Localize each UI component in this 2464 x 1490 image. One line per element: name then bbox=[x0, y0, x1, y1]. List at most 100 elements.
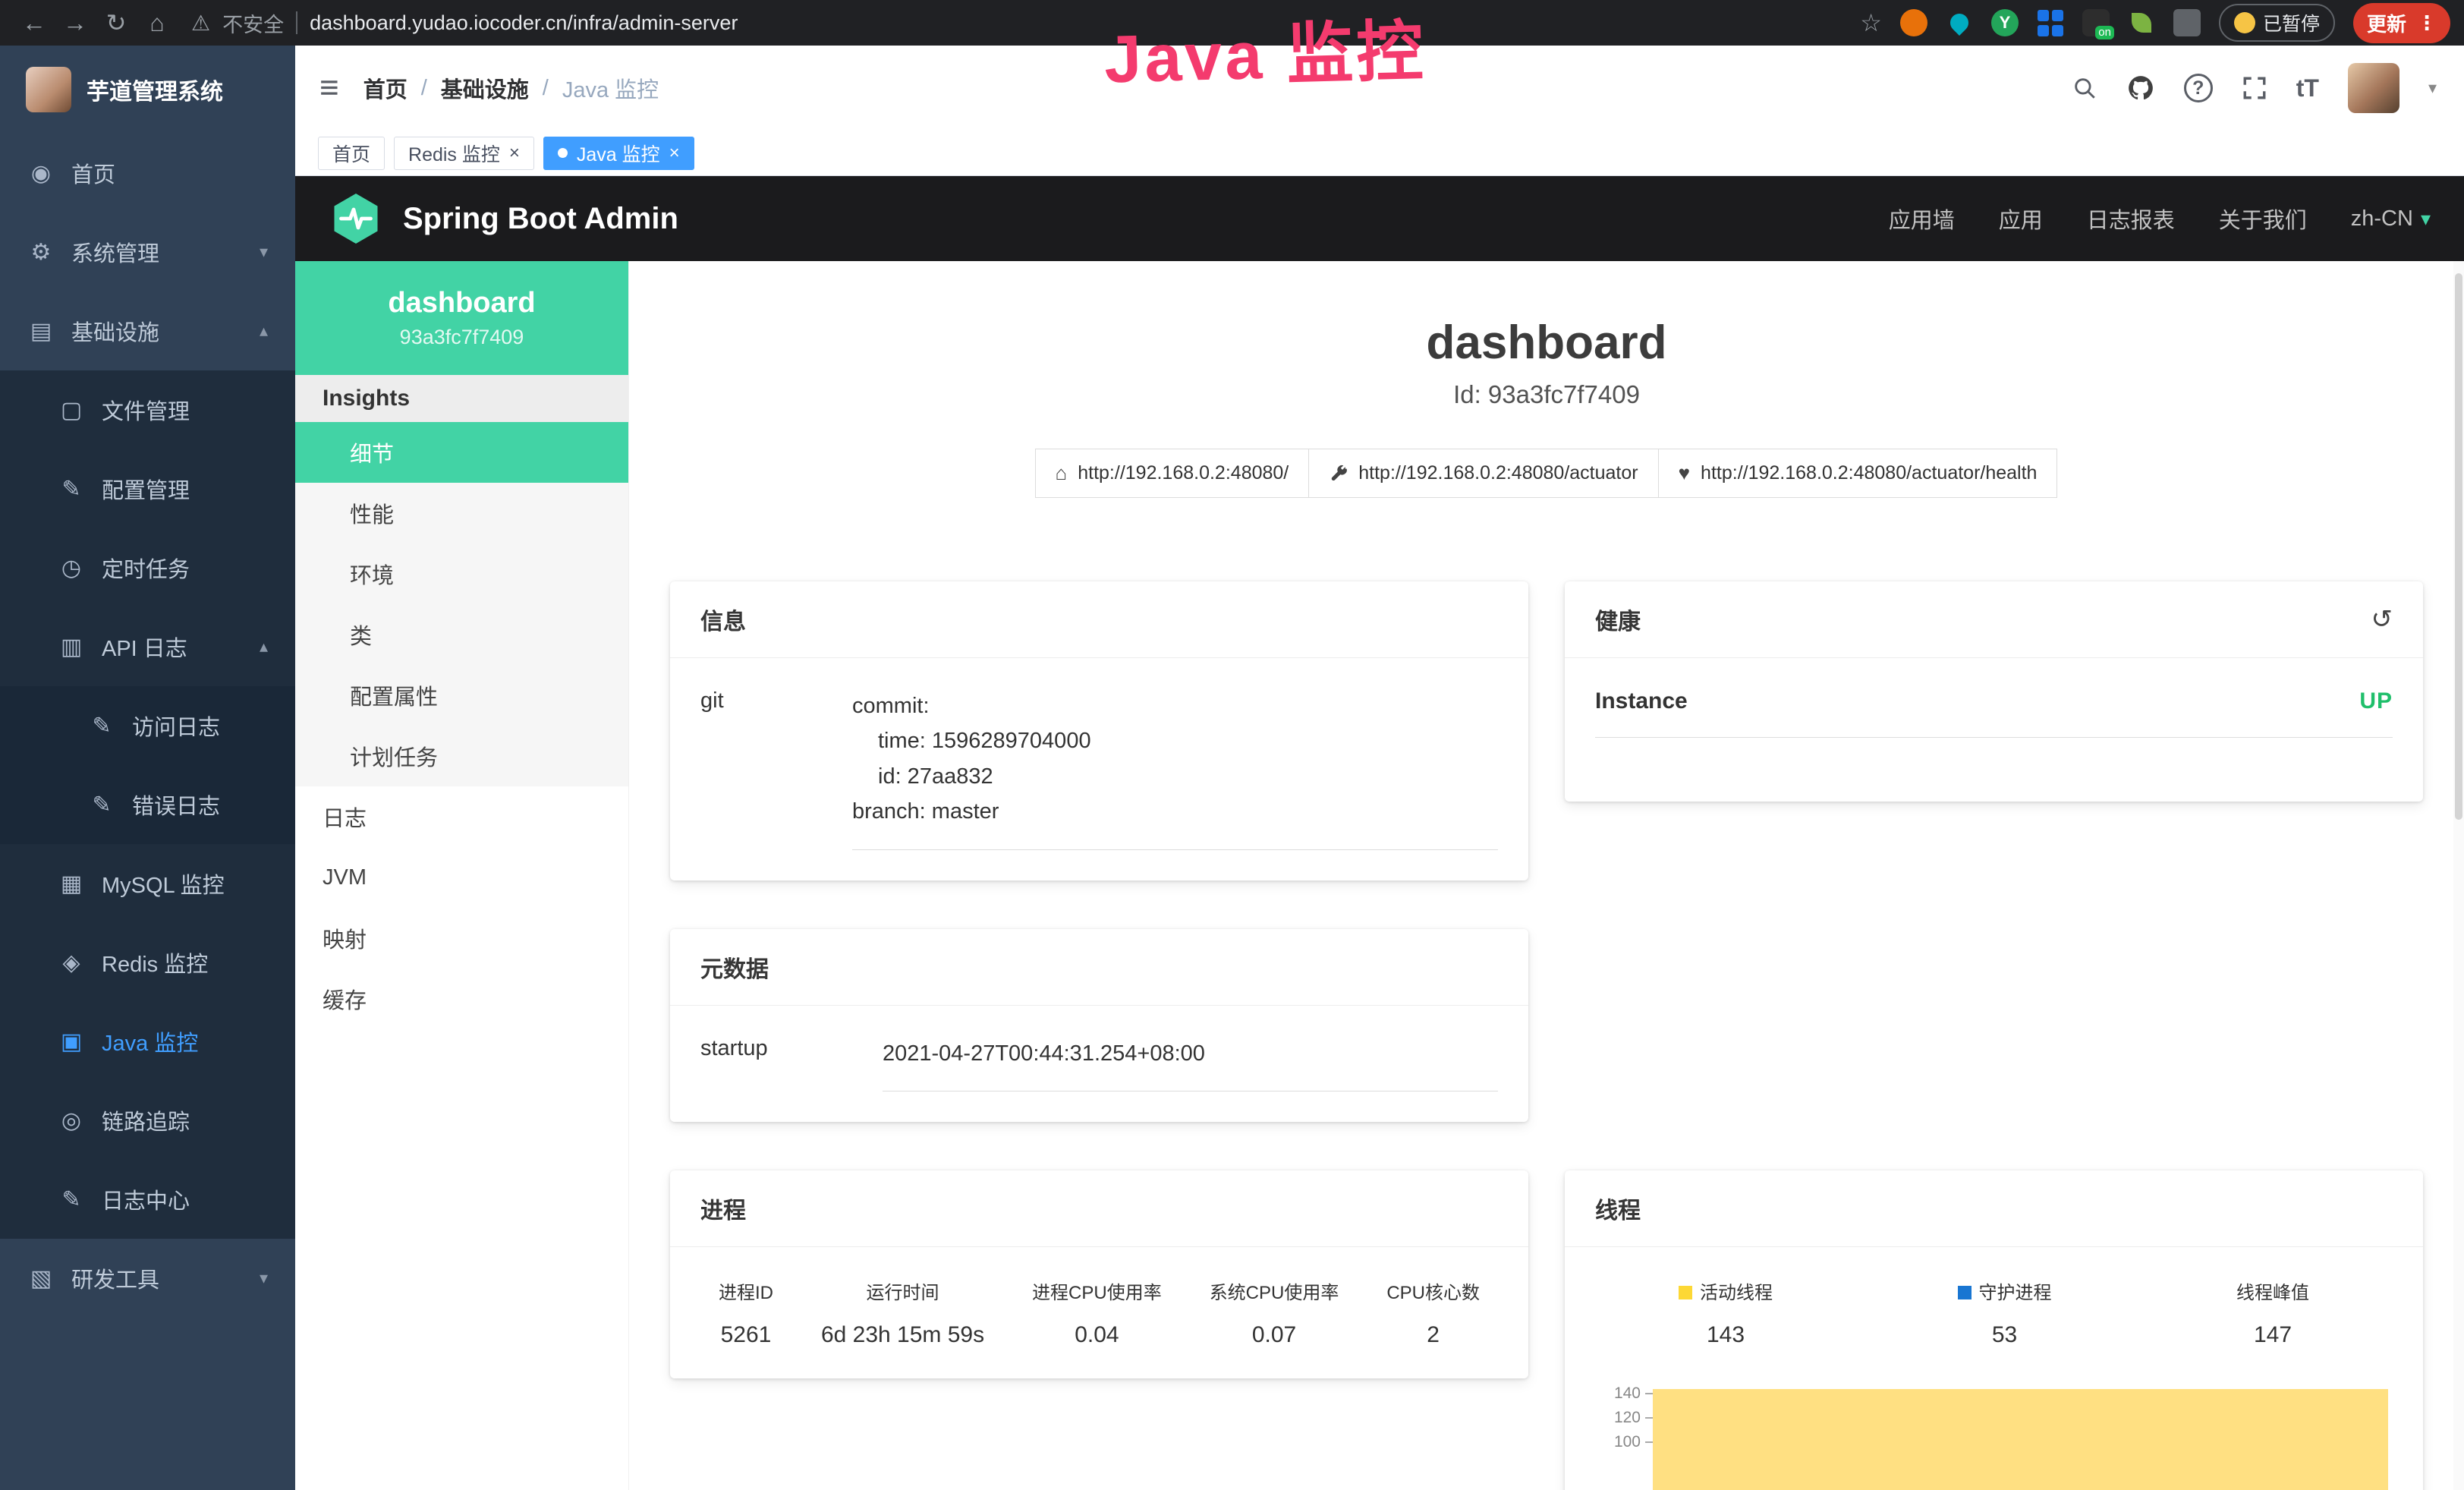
info-key-git: git bbox=[700, 688, 852, 850]
menu-group-insights[interactable]: Insights bbox=[295, 375, 628, 422]
history-icon[interactable]: ↺ bbox=[2371, 604, 2393, 635]
menu-item-mappings[interactable]: 映射 bbox=[295, 908, 628, 969]
tab-redis-monitor[interactable]: Redis 监控 × bbox=[394, 137, 534, 170]
sidebar-item-trace[interactable]: ◎ 链路追踪 bbox=[0, 1081, 295, 1160]
address-bar[interactable]: ⚠ 不安全 dashboard.yudao.iocoder.cn/infra/a… bbox=[191, 8, 738, 38]
extension-icon-leaf[interactable] bbox=[2128, 9, 2155, 36]
process-card: 进程 进程ID 5261 运行时间 6d 23h 15m 59s 进程CPU使用… bbox=[670, 1170, 1528, 1378]
chrome-update-button[interactable]: 更新 ⋮ bbox=[2353, 3, 2450, 43]
extension-icon-pin[interactable] bbox=[1946, 9, 1973, 36]
app-logo[interactable]: 芋道管理系统 bbox=[0, 46, 295, 134]
instance-links: ⌂ http://192.168.0.2:48080/ http://192.1… bbox=[670, 449, 2423, 498]
fullscreen-icon[interactable] bbox=[2242, 75, 2267, 101]
card-title: 进程 bbox=[700, 1192, 746, 1225]
menu-dots-icon[interactable]: ⋮ bbox=[2417, 11, 2437, 35]
search-icon[interactable] bbox=[2072, 75, 2097, 101]
log-icon: ▥ bbox=[58, 634, 85, 660]
forward-icon[interactable]: → bbox=[55, 5, 96, 41]
sidebar-item-scheduled-jobs[interactable]: ◷ 定时任务 bbox=[0, 528, 295, 607]
menu-item-classes[interactable]: 类 bbox=[295, 604, 628, 665]
chart-plot-area bbox=[1653, 1381, 2393, 1490]
extensions-puzzle-icon[interactable] bbox=[2173, 9, 2201, 36]
card-title: 信息 bbox=[700, 603, 746, 636]
instance-name: dashboard bbox=[388, 287, 535, 320]
stat-uptime: 运行时间 6d 23h 15m 59s bbox=[821, 1277, 984, 1348]
extension-icon-orange[interactable] bbox=[1900, 9, 1927, 36]
menu-item-caches[interactable]: 缓存 bbox=[295, 969, 628, 1029]
bookmark-star-icon[interactable]: ☆ bbox=[1860, 8, 1882, 37]
menu-item-configprops[interactable]: 配置属性 bbox=[295, 665, 628, 726]
instance-header[interactable]: dashboard 93a3fc7f7409 bbox=[295, 261, 628, 375]
sidebar-item-api-logs[interactable]: ▥ API 日志 ▴ bbox=[0, 607, 295, 686]
log-center-icon: ✎ bbox=[58, 1186, 85, 1213]
stat-system-cpu: 系统CPU使用率 0.07 bbox=[1210, 1277, 1339, 1348]
menu-item-environment[interactable]: 环境 bbox=[295, 543, 628, 604]
info-value-git: commit: time: 1596289704000 id: 27aa832 … bbox=[852, 688, 1498, 850]
menu-item-logfile[interactable]: 日志 bbox=[295, 786, 628, 847]
menu-item-jvm[interactable]: JVM bbox=[295, 847, 628, 908]
sidebar-item-error-log[interactable]: ✎ 错误日志 bbox=[0, 765, 295, 844]
chart-y-axis: 140 120 100 bbox=[1595, 1381, 1653, 1490]
github-icon[interactable] bbox=[2126, 74, 2155, 102]
card-title: 元数据 bbox=[700, 950, 769, 984]
card-title: 线程 bbox=[1595, 1192, 1641, 1225]
sidebar-item-access-log[interactable]: ✎ 访问日志 bbox=[0, 686, 295, 765]
page-scrollbar[interactable] bbox=[2453, 261, 2464, 1490]
stat-cpu-cores: CPU核心数 2 bbox=[1386, 1277, 1480, 1348]
link-label: http://192.168.0.2:48080/actuator bbox=[1358, 462, 1638, 484]
user-avatar[interactable] bbox=[2348, 63, 2399, 113]
extension-icon-green[interactable]: Y bbox=[1991, 9, 2019, 36]
sidebar-item-label: MySQL 监控 bbox=[102, 868, 225, 899]
sidebar-item-mysql-monitor[interactable]: ▦ MySQL 监控 bbox=[0, 844, 295, 923]
sidebar-item-config-management[interactable]: ✎ 配置管理 bbox=[0, 449, 295, 528]
sidebar-item-file-management[interactable]: ▢ 文件管理 bbox=[0, 370, 295, 449]
sba-nav-applications[interactable]: 应用 bbox=[1999, 203, 2043, 235]
profile-paused-chip[interactable]: 已暂停 bbox=[2219, 4, 2335, 42]
locale-select[interactable]: zh-CN ▾ bbox=[2351, 206, 2431, 232]
breadcrumb-home[interactable]: 首页 bbox=[363, 72, 408, 104]
help-icon[interactable]: ? bbox=[2184, 74, 2213, 102]
chevron-down-icon[interactable]: ▾ bbox=[2428, 78, 2437, 98]
close-icon[interactable]: × bbox=[669, 143, 680, 164]
sba-brand-title[interactable]: Spring Boot Admin bbox=[403, 202, 678, 236]
sba-nav-wallboard[interactable]: 应用墙 bbox=[1889, 203, 1955, 235]
update-label: 更新 bbox=[2367, 9, 2406, 37]
sidebar-toggle-icon[interactable]: ≡ bbox=[295, 69, 363, 107]
stat-daemon-threads: 守护进程 53 bbox=[1958, 1277, 2052, 1348]
chevron-up-icon: ▴ bbox=[260, 321, 268, 341]
sidebar-item-dev-tools[interactable]: ▧ 研发工具 ▾ bbox=[0, 1239, 295, 1318]
tab-label: Java 监控 bbox=[577, 140, 660, 167]
metadata-card: 元数据 startup 2021-04-27T00:44:31.254+08:0… bbox=[670, 929, 1528, 1122]
sba-nav-about[interactable]: 关于我们 bbox=[2219, 203, 2307, 235]
reload-icon[interactable]: ↻ bbox=[96, 5, 137, 41]
sidebar-item-infrastructure[interactable]: ▤ 基础设施 ▴ bbox=[0, 291, 295, 370]
extension-icon-grid[interactable] bbox=[2037, 9, 2064, 36]
menu-item-metrics[interactable]: 性能 bbox=[295, 483, 628, 543]
trace-icon: ◎ bbox=[58, 1107, 85, 1134]
tab-home[interactable]: 首页 bbox=[318, 137, 385, 170]
scrollbar-thumb[interactable] bbox=[2455, 273, 2462, 820]
tab-java-monitor[interactable]: Java 监控 × bbox=[543, 137, 694, 170]
extension-icon-switch[interactable]: on bbox=[2082, 9, 2110, 36]
main-sidebar: 芋道管理系统 ◉ 首页 ⚙ 系统管理 ▾ ▤ 基础设施 ▴ ▢ 文件管理 ✎ 配… bbox=[0, 46, 295, 1490]
git-time-line: time: 1596289704000 bbox=[852, 723, 1498, 758]
sidebar-item-home[interactable]: ◉ 首页 bbox=[0, 134, 295, 213]
sba-nav-journal[interactable]: 日志报表 bbox=[2087, 203, 2175, 235]
health-card: 健康 ↺ Instance UP bbox=[1565, 581, 2423, 802]
instance-url-health[interactable]: ♥ http://192.168.0.2:48080/actuator/heal… bbox=[1658, 449, 2058, 498]
instance-url-actuator[interactable]: http://192.168.0.2:48080/actuator bbox=[1308, 449, 1658, 498]
sidebar-item-redis-monitor[interactable]: ◈ Redis 监控 bbox=[0, 923, 295, 1002]
home-icon: ⌂ bbox=[1056, 461, 1068, 485]
font-size-icon[interactable]: tT bbox=[2296, 74, 2319, 102]
breadcrumb-section[interactable]: 基础设施 bbox=[441, 72, 529, 104]
sidebar-item-system-management[interactable]: ⚙ 系统管理 ▾ bbox=[0, 213, 295, 291]
sidebar-item-log-center[interactable]: ✎ 日志中心 bbox=[0, 1160, 295, 1239]
sidebar-item-label: 配置管理 bbox=[102, 473, 190, 505]
menu-item-details[interactable]: 细节 bbox=[295, 422, 628, 483]
home-icon[interactable]: ⌂ bbox=[137, 5, 178, 41]
sidebar-item-java-monitor[interactable]: ▣ Java 监控 bbox=[0, 1002, 295, 1081]
menu-item-scheduledtasks[interactable]: 计划任务 bbox=[295, 726, 628, 786]
back-icon[interactable]: ← bbox=[14, 5, 55, 41]
instance-url-home[interactable]: ⌂ http://192.168.0.2:48080/ bbox=[1035, 449, 1310, 498]
close-icon[interactable]: × bbox=[509, 143, 520, 164]
